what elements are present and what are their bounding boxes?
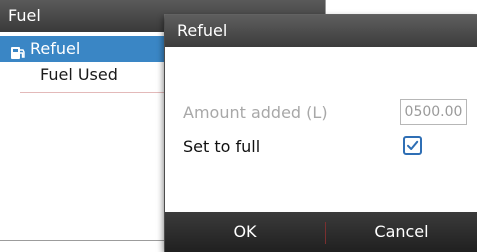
set-to-full-row[interactable]: Set to full [165, 133, 477, 161]
menu-item-label: Fuel Used [40, 65, 118, 84]
amount-added-row: Amount added (L) [165, 99, 477, 127]
ok-button[interactable]: OK [165, 212, 325, 252]
dialog-button-bar: OK Cancel [165, 212, 477, 252]
amount-added-input[interactable] [400, 99, 467, 125]
set-to-full-checkbox[interactable] [403, 136, 422, 155]
dialog-title: Refuel [165, 15, 477, 47]
set-to-full-label: Set to full [183, 137, 261, 156]
amount-added-label: Amount added (L) [183, 103, 328, 122]
cancel-button[interactable]: Cancel [326, 212, 477, 252]
menu-item-label: Refuel [30, 39, 81, 58]
refuel-dialog: Refuel Amount added (L) Set to full OK C… [165, 15, 477, 252]
fuel-pump-icon [10, 42, 26, 59]
checkmark-icon [407, 140, 419, 150]
screen: Fuel Refuel Fuel Used Refuel Amount adde… [0, 0, 477, 252]
